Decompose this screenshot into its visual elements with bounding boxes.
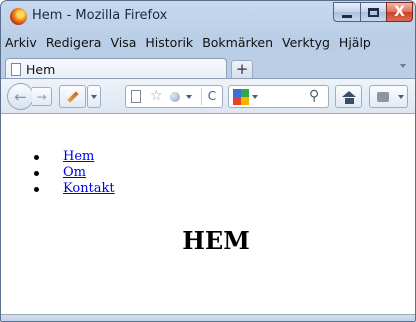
menu-arkiv[interactable]: Arkiv: [5, 35, 37, 50]
addons-button[interactable]: [369, 85, 408, 108]
chevron-down-icon: [91, 94, 97, 99]
status-bar: [1, 314, 415, 321]
tab-label: Hem: [26, 62, 56, 77]
tab-list-dropdown-icon[interactable]: [400, 64, 406, 68]
feed-icon[interactable]: [170, 92, 180, 102]
title-bar[interactable]: Hem - Mozilla Firefox X: [1, 1, 415, 31]
url-bar[interactable]: ☆ C: [125, 85, 223, 108]
menu-bokmarken[interactable]: Bokmärken: [202, 35, 273, 50]
pencil-icon: [66, 90, 79, 103]
edit-button[interactable]: [59, 85, 86, 108]
new-tab-button[interactable]: +: [231, 60, 253, 79]
link-kontakt[interactable]: Kontakt: [63, 181, 115, 196]
maximize-button[interactable]: [360, 2, 387, 22]
list-item: Kontakt: [34, 181, 115, 197]
link-hem[interactable]: Hem: [63, 149, 94, 164]
page-icon: [11, 63, 21, 76]
link-om[interactable]: Om: [63, 165, 86, 180]
menu-historik[interactable]: Historik: [145, 35, 193, 50]
bullet-icon: [34, 171, 39, 176]
list-item: Hem: [34, 149, 115, 165]
page-icon: [131, 90, 141, 103]
firefox-logo-icon: [10, 8, 27, 25]
bullet-icon: [34, 155, 39, 160]
forward-arrow-icon: →: [36, 89, 47, 104]
forward-button[interactable]: →: [32, 87, 52, 106]
minimize-icon: [342, 14, 352, 18]
search-engine-dropdown-icon[interactable]: [252, 95, 258, 99]
home-button[interactable]: [335, 85, 362, 108]
close-icon: X: [394, 4, 405, 20]
google-search-engine-icon[interactable]: [233, 89, 249, 105]
close-button[interactable]: X: [386, 2, 413, 22]
menu-verktyg[interactable]: Verktyg: [282, 35, 330, 50]
search-icon[interactable]: ⚲: [309, 88, 319, 104]
menu-visa[interactable]: Visa: [110, 35, 136, 50]
history-dropdown-icon[interactable]: [186, 95, 192, 99]
window-title: Hem - Mozilla Firefox: [32, 8, 168, 23]
tab-hem[interactable]: Hem: [5, 58, 227, 80]
page-heading: HEM: [182, 226, 250, 255]
home-icon: [341, 90, 356, 97]
bullet-icon: [34, 187, 39, 192]
reload-button[interactable]: C: [201, 88, 222, 105]
menu-redigera[interactable]: Redigera: [46, 35, 102, 50]
home-icon-body: [345, 98, 354, 104]
minimize-button[interactable]: [333, 2, 361, 22]
menu-bar: Arkiv Redigera Visa Historik Bokmärken V…: [1, 32, 415, 52]
page-content: Hem Om Kontakt HEM: [1, 114, 415, 314]
menu-hjalp[interactable]: Hjälp: [339, 35, 371, 50]
browser-window: Hem - Mozilla Firefox X Arkiv Redigera V…: [0, 0, 416, 322]
back-button[interactable]: ←: [7, 83, 34, 110]
bookmark-star-icon[interactable]: ☆: [150, 88, 163, 104]
search-bar[interactable]: ⚲: [228, 85, 329, 108]
puzzle-icon: [377, 92, 389, 102]
chevron-down-icon: [398, 95, 404, 99]
navigation-toolbar: ← → ☆ C ⚲: [1, 78, 415, 114]
page-nav-list: Hem Om Kontakt: [34, 149, 115, 197]
maximize-icon: [368, 7, 379, 17]
tab-strip: Hem +: [1, 53, 415, 80]
back-arrow-icon: ←: [14, 87, 27, 106]
edit-dropdown-button[interactable]: [87, 85, 101, 108]
list-item: Om: [34, 165, 115, 181]
